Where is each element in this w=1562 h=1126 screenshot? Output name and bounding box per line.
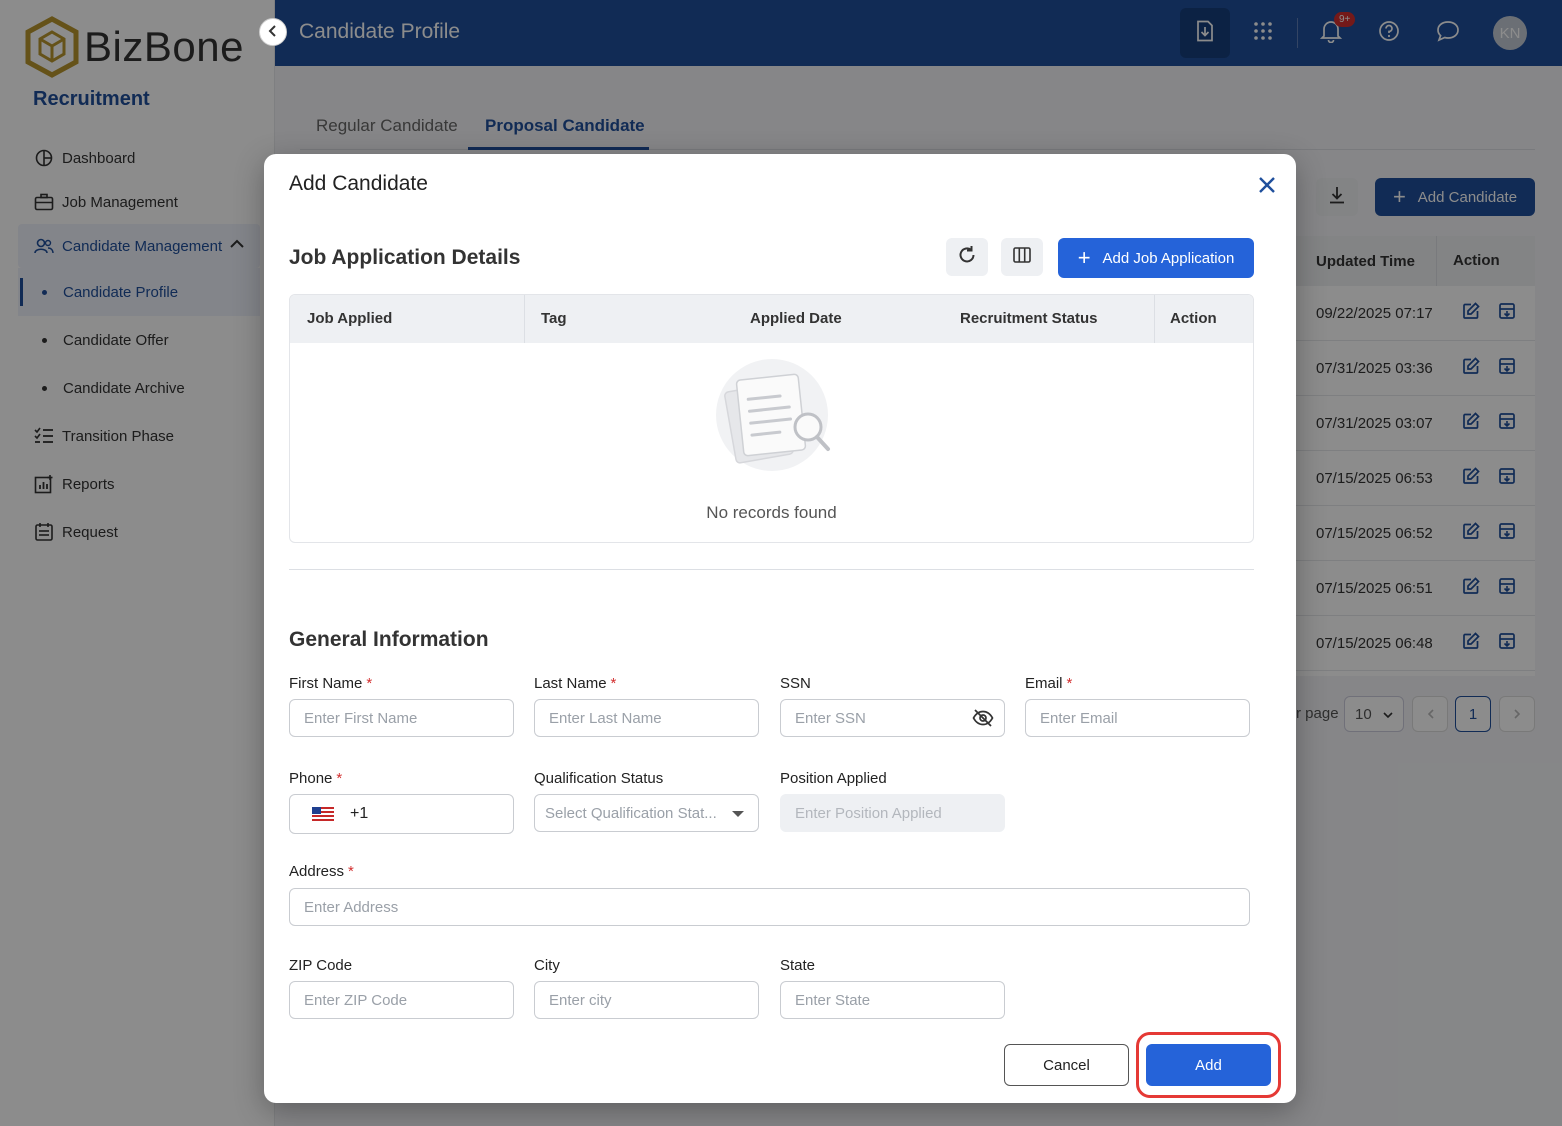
us-flag-icon[interactable]	[312, 807, 334, 821]
plus-icon: +	[1077, 245, 1091, 270]
columns-button[interactable]	[1001, 238, 1043, 276]
table-header: Job Applied Tag Applied Date Recruitment…	[290, 295, 1253, 343]
column-divider	[1154, 295, 1155, 343]
add-job-application-button[interactable]: + Add Job Application	[1058, 238, 1254, 278]
phone-input[interactable]: +1	[289, 794, 514, 834]
state-input[interactable]: Enter State	[780, 981, 1005, 1019]
address-label: Address *	[289, 863, 354, 880]
empty-documents-icon	[716, 359, 830, 471]
chevron-left-icon	[268, 24, 278, 40]
add-candidate-modal: Add Candidate Job Application Details + …	[264, 154, 1296, 1103]
first-name-label: First Name *	[289, 675, 373, 692]
position-applied-input: Enter Position Applied	[780, 794, 1005, 832]
ssn-input[interactable]: Enter SSN	[780, 699, 1005, 737]
general-section-title: General Information	[289, 628, 489, 651]
state-label: State	[780, 957, 816, 974]
caret-down-icon	[732, 811, 744, 817]
close-icon	[1254, 177, 1280, 204]
column-divider	[524, 295, 525, 343]
column-header: Recruitment Status	[960, 310, 1098, 327]
cancel-button[interactable]: Cancel	[1004, 1044, 1129, 1086]
refresh-icon	[957, 245, 977, 270]
qualification-status-label: Qualification Status	[534, 770, 664, 787]
city-input[interactable]: Enter city	[534, 981, 759, 1019]
add-job-application-label: Add Job Application	[1102, 249, 1235, 267]
modal-title: Add Candidate	[289, 172, 428, 195]
columns-icon	[1012, 246, 1032, 269]
collapse-sidebar-button[interactable]	[259, 18, 287, 46]
phone-value: +1	[350, 805, 369, 822]
eye-off-icon[interactable]	[972, 708, 994, 732]
job-application-table: Job Applied Tag Applied Date Recruitment…	[289, 294, 1254, 543]
last-name-label: Last Name *	[534, 675, 617, 692]
empty-state-text: No records found	[706, 503, 837, 522]
zip-code-label: ZIP Code	[289, 957, 353, 974]
refresh-button[interactable]	[946, 238, 988, 276]
qualification-status-select[interactable]: Select Qualification Stat...	[534, 794, 759, 832]
zip-code-input[interactable]: Enter ZIP Code	[289, 981, 514, 1019]
address-input[interactable]: Enter Address	[289, 888, 1250, 926]
column-header: Applied Date	[750, 310, 842, 327]
close-button[interactable]	[1254, 172, 1280, 198]
column-header: Tag	[541, 310, 567, 327]
job-section-title: Job Application Details	[289, 246, 521, 269]
first-name-input[interactable]: Enter First Name	[289, 699, 514, 737]
column-header: Action	[1170, 310, 1217, 327]
position-applied-label: Position Applied	[780, 770, 887, 787]
add-button-highlight	[1136, 1032, 1281, 1098]
phone-label: Phone *	[289, 770, 343, 787]
column-header: Job Applied	[307, 310, 393, 327]
last-name-input[interactable]: Enter Last Name	[534, 699, 759, 737]
email-input[interactable]: Enter Email	[1025, 699, 1250, 737]
ssn-label: SSN	[780, 675, 811, 692]
city-label: City	[534, 957, 560, 974]
email-label: Email *	[1025, 675, 1073, 692]
section-divider	[289, 569, 1254, 570]
